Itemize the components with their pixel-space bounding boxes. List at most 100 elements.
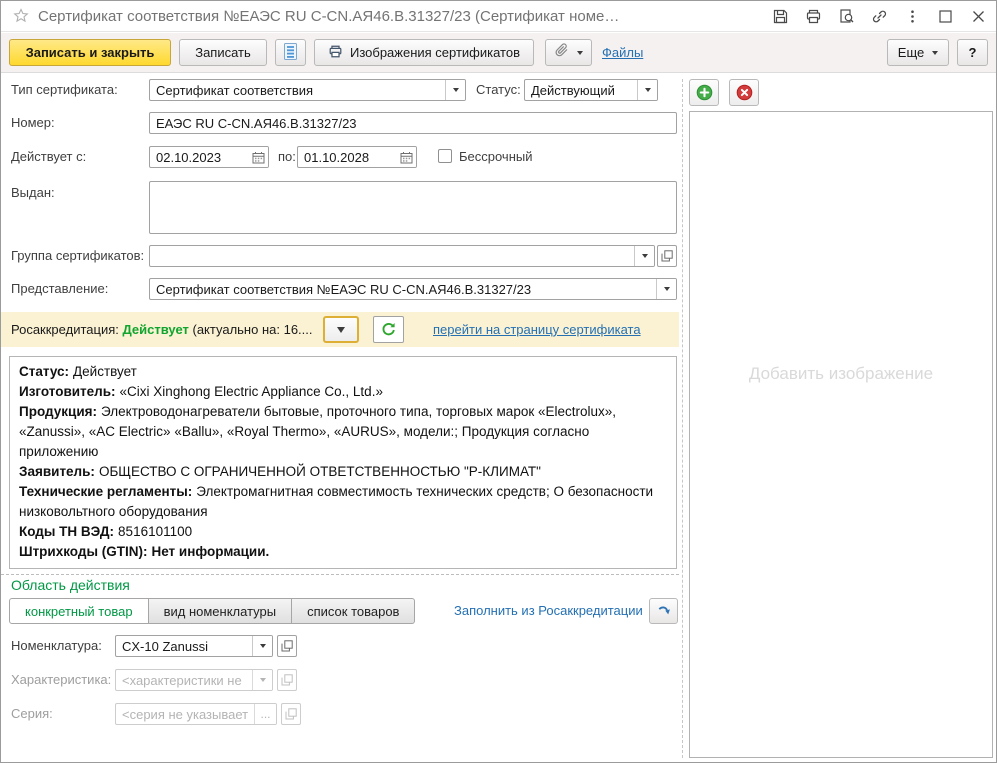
tab-nomenclature-kind[interactable]: вид номенклатуры <box>148 598 293 624</box>
get-link-icon[interactable] <box>870 7 889 26</box>
valid-from-input[interactable] <box>150 147 248 167</box>
valid-to-calendar-button[interactable] <box>396 147 416 167</box>
certificate-type-value[interactable] <box>150 80 445 100</box>
nomenclature-dropdown-button[interactable] <box>252 636 272 656</box>
issued-by-label: Выдан: <box>11 185 55 200</box>
accreditation-info-box: Статус: Действует Изготовитель: «Cixi Xing… <box>9 356 677 569</box>
command-bar: Записать и закрыть Записать Изображения … <box>1 33 996 73</box>
print-icon[interactable] <box>804 7 823 26</box>
favorite-star-icon[interactable] <box>13 8 29 24</box>
print-images-icon <box>328 44 343 62</box>
chevron-down-icon <box>663 287 670 291</box>
open-icon <box>281 640 293 652</box>
more-button[interactable]: Еще <box>887 39 949 66</box>
valid-to-input[interactable] <box>298 147 396 167</box>
number-input[interactable] <box>150 113 676 133</box>
attach-file-button[interactable] <box>545 39 592 66</box>
tab-product-list[interactable]: список товаров <box>292 598 416 624</box>
group-dropdown-button[interactable] <box>634 246 654 266</box>
characteristic-dropdown-button <box>252 670 272 690</box>
scope-section-title: Область действия <box>11 577 130 593</box>
add-image-placeholder[interactable]: Добавить изображение <box>690 364 992 384</box>
help-button[interactable]: ? <box>957 39 988 66</box>
report-button[interactable] <box>275 39 306 66</box>
accreditation-text: Росаккредитация: Действует (актуально на… <box>11 312 313 347</box>
attach-dropdown-icon <box>577 50 583 55</box>
status-combo[interactable] <box>524 79 658 101</box>
presentation-value[interactable] <box>150 279 656 299</box>
info-tnved-line: Коды ТН ВЭД: 8516101100 <box>19 524 193 539</box>
save-icon[interactable] <box>771 7 790 26</box>
certificate-type-combo[interactable] <box>149 79 466 101</box>
open-icon <box>281 674 293 686</box>
series-open-button <box>281 703 301 725</box>
presentation-combo[interactable] <box>149 278 677 300</box>
series-more-button: ... <box>254 704 276 724</box>
delete-icon <box>736 84 752 101</box>
info-products-line: Продукция: Электроводонагреватели бытовые… <box>19 404 617 459</box>
more-menu-icon[interactable] <box>903 7 922 26</box>
panel-splitter[interactable] <box>682 79 683 758</box>
chevron-down-icon <box>259 644 266 648</box>
nomenclature-open-button[interactable] <box>277 635 297 657</box>
presentation-dropdown-button[interactable] <box>656 279 676 299</box>
scope-tabs: конкретный товар вид номенклатуры список… <box>9 598 416 624</box>
valid-to-field[interactable] <box>297 146 417 168</box>
info-gtin-line: Штрихкоды (GTIN): Нет информации. <box>19 544 270 559</box>
chevron-down-icon <box>644 88 651 92</box>
characteristic-open-button <box>277 669 297 691</box>
certificate-image-area[interactable]: Добавить изображение <box>689 111 993 758</box>
save-button[interactable]: Записать <box>179 39 267 66</box>
accreditation-ribbon: Росаккредитация: Действует (актуально на… <box>1 312 679 347</box>
add-icon <box>696 84 712 101</box>
calendar-icon <box>252 151 264 163</box>
presentation-label: Представление: <box>11 281 109 296</box>
window-title: Сертификат соответствия №ЕАЭС RU C-CN.АЯ… <box>38 7 620 25</box>
characteristic-input <box>116 670 252 690</box>
group-input[interactable] <box>150 246 634 266</box>
fill-arrow-icon <box>658 606 670 615</box>
valid-from-calendar-button[interactable] <box>248 147 268 167</box>
accreditation-dropdown-button[interactable] <box>323 316 359 343</box>
close-icon[interactable] <box>969 7 988 26</box>
titlebar: Сертификат соответствия №ЕАЭС RU C-CN.АЯ… <box>1 1 996 32</box>
perpetual-label: Бессрочный <box>459 149 533 164</box>
files-link[interactable]: Файлы <box>602 45 643 60</box>
group-open-button[interactable] <box>657 245 677 267</box>
more-dropdown-icon <box>932 50 939 55</box>
type-dropdown-button[interactable] <box>445 80 465 100</box>
delete-image-button[interactable] <box>729 79 759 106</box>
nomenclature-label: Номенклатура: <box>11 638 102 653</box>
perpetual-checkbox[interactable] <box>438 149 452 163</box>
group-label: Группа сертификатов: <box>11 248 145 263</box>
open-icon <box>285 708 297 720</box>
characteristic-combo <box>115 669 273 691</box>
issued-by-textarea[interactable] <box>149 181 677 234</box>
fill-from-accreditation-button[interactable] <box>649 598 678 624</box>
info-applicant-line: Заявитель: ОБЩЕСТВО С ОГРАНИЧЕННОЙ ОТВЕТС… <box>19 464 541 479</box>
accreditation-actual: (актуально на: 16.... <box>192 322 313 337</box>
status-label: Статус: <box>476 82 521 97</box>
certificate-group-combo[interactable] <box>149 245 655 267</box>
nomenclature-combo[interactable] <box>115 635 273 657</box>
nomenclature-value[interactable] <box>116 636 252 656</box>
maximize-icon[interactable] <box>936 7 955 26</box>
titlebar-buttons <box>771 1 988 32</box>
status-dropdown-button[interactable] <box>637 80 657 100</box>
save-and-close-button[interactable]: Записать и закрыть <box>9 39 171 66</box>
open-icon <box>661 250 673 262</box>
valid-to-label: по: <box>278 149 296 164</box>
certificate-images-button[interactable]: Изображения сертификатов <box>314 39 534 66</box>
tab-specific-product[interactable]: конкретный товар <box>9 598 149 624</box>
certificate-window: Сертификат соответствия №ЕАЭС RU C-CN.АЯ… <box>0 0 997 763</box>
valid-from-field[interactable] <box>149 146 269 168</box>
status-value[interactable] <box>525 80 637 100</box>
accreditation-refresh-button[interactable] <box>373 316 404 343</box>
number-field[interactable] <box>149 112 677 134</box>
refresh-icon <box>382 323 395 336</box>
fill-from-accreditation-link[interactable]: Заполнить из Росаккредитации <box>454 598 643 624</box>
paperclip-icon <box>554 43 569 62</box>
add-image-button[interactable] <box>689 79 719 106</box>
print-preview-icon[interactable] <box>837 7 856 26</box>
certificate-page-link[interactable]: перейти на страницу сертификата <box>433 312 641 347</box>
